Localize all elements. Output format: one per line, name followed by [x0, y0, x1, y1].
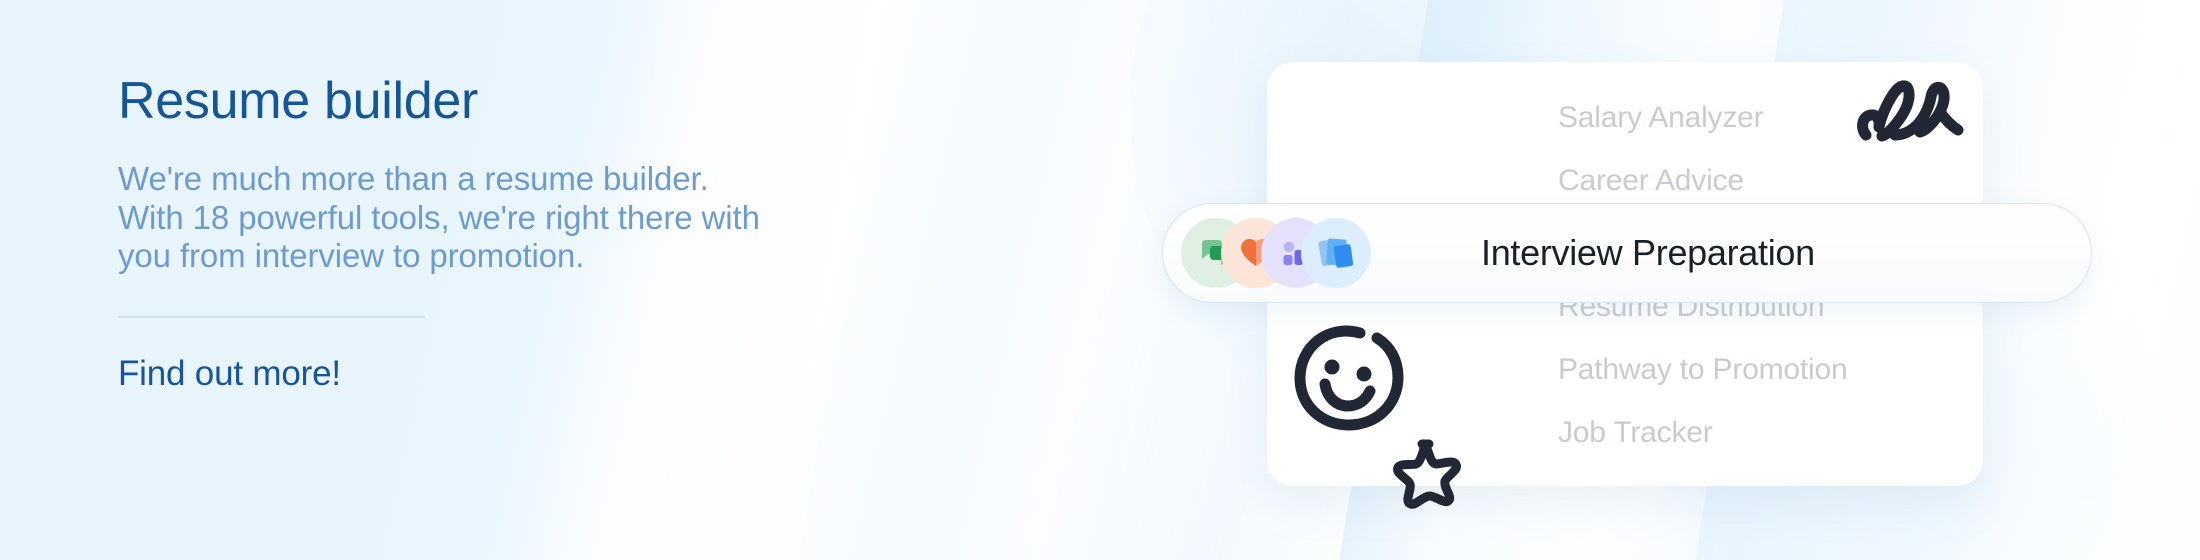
promo-copy-block: Resume builder We're much more than a re…	[118, 72, 948, 394]
find-out-more-link[interactable]: Find out more!	[118, 354, 341, 394]
tool-icon-cluster	[1181, 218, 1381, 288]
menu-item-job-tracker[interactable]: Job Tracker	[1558, 401, 1998, 464]
description-line-2: With 18 powerful tools, we're right ther…	[118, 198, 760, 236]
divider	[118, 316, 425, 319]
page-title: Resume builder	[118, 72, 478, 130]
stacked-cards-icon	[1301, 218, 1371, 288]
selected-menu-item-label: Interview Preparation	[1481, 232, 1815, 273]
description-line-1: We're much more than a resume builder.	[118, 160, 709, 198]
promo-banner: Resume builder We're much more than a re…	[0, 0, 2200, 560]
menu-item-pathway-to-promotion[interactable]: Pathway to Promotion	[1558, 338, 1998, 401]
promo-description: We're much more than a resume builder. W…	[118, 160, 948, 276]
description-line-3: you from interview to promotion.	[118, 237, 585, 275]
menu-item-interview-preparation-selected[interactable]: Interview Preparation	[1162, 203, 2092, 303]
menu-item-salary-analyzer[interactable]: Salary Analyzer	[1558, 86, 1998, 149]
